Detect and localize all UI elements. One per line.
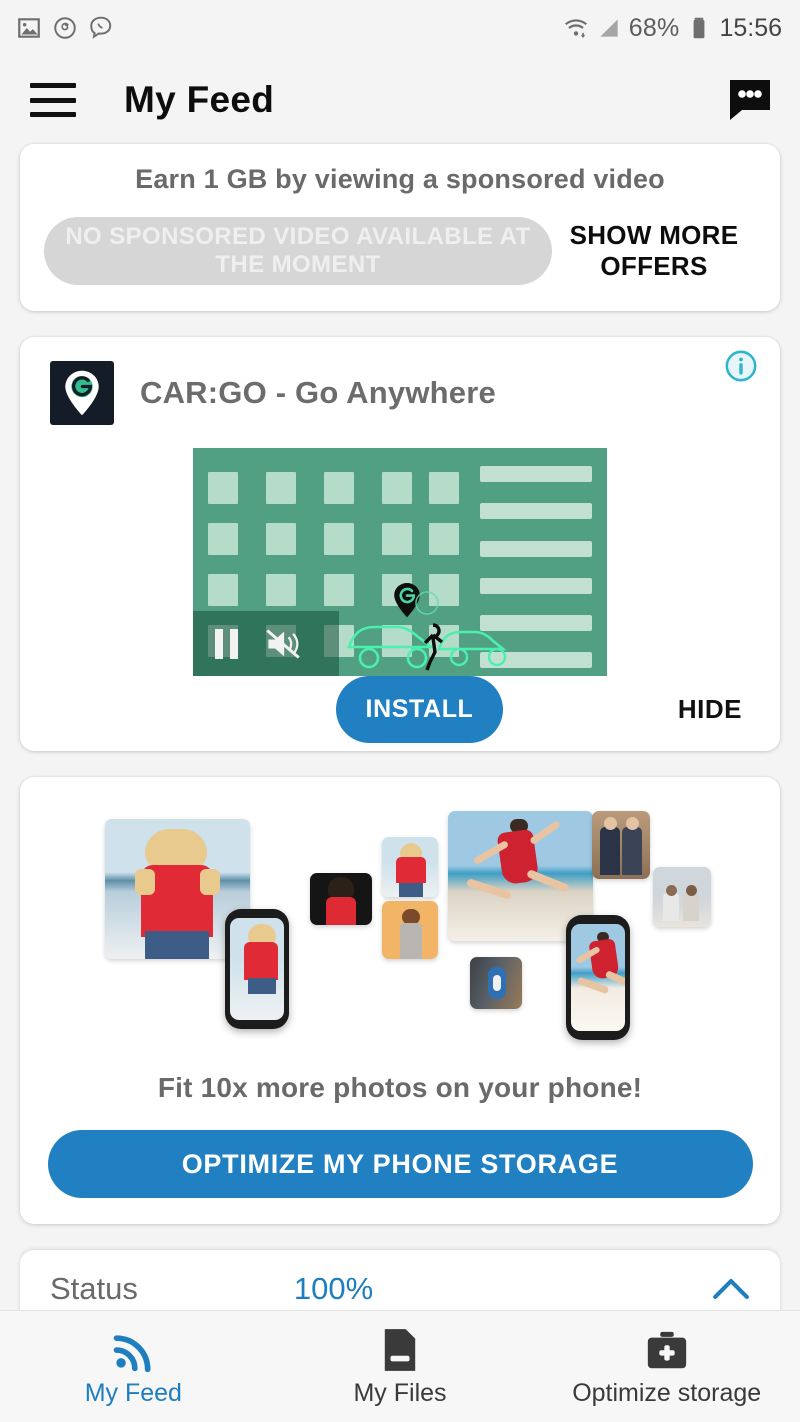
status-bar-notification-icons	[16, 15, 114, 41]
collage-photo	[592, 811, 650, 879]
hamburger-menu-icon[interactable]	[30, 83, 76, 117]
nav-label: My Files	[353, 1379, 447, 1407]
no-sponsored-video-button[interactable]: NO SPONSORED VIDEO AVAILABLE AT THE MOME…	[44, 217, 552, 285]
battery-icon	[694, 17, 705, 39]
page-title: My Feed	[124, 79, 275, 120]
chat-bubble-icon[interactable]	[726, 78, 774, 122]
storage-optimizer-card: Fit 10x more photos on your phone! OPTIM…	[20, 777, 780, 1224]
status-bar-system-icons: 68% 15:56	[563, 14, 782, 43]
hide-button[interactable]: HIDE	[678, 694, 742, 725]
photo-icon	[18, 18, 40, 38]
nav-item-my-files[interactable]: My Files	[267, 1325, 534, 1408]
system-status-bar: 68% 15:56	[0, 0, 800, 56]
clock-label: 15:56	[719, 13, 782, 42]
rss-feed-icon	[110, 1325, 156, 1373]
bottom-navigation-bar: My Feed My Files Optimize storage	[0, 1310, 800, 1422]
collage-photo	[470, 957, 522, 1009]
optimize-storage-button[interactable]: OPTIMIZE MY PHONE STORAGE	[47, 1130, 753, 1198]
chevron-up-icon[interactable]	[712, 1276, 750, 1302]
viber-icon	[90, 16, 112, 39]
app-screen: 68% 15:56 My Feed Earn 1 GB by viewing a…	[0, 0, 800, 1422]
ad-app-name: CAR:GO - Go Anywhere	[140, 375, 496, 410]
optimizer-headline: Fit 10x more photos on your phone!	[157, 1072, 643, 1103]
cargo-pin-logo-icon	[50, 361, 114, 425]
show-more-offers-link[interactable]: SHOW MORE OFFERS	[552, 220, 756, 282]
ad-action-row: INSTALL HIDE	[20, 676, 780, 751]
threads-icon	[54, 17, 76, 39]
pause-icon[interactable]	[215, 628, 239, 659]
collage-photo	[653, 867, 711, 927]
sponsored-video-card: Earn 1 GB by viewing a sponsored video N…	[20, 144, 780, 311]
info-icon[interactable]	[724, 349, 758, 383]
install-button[interactable]: INSTALL	[336, 676, 503, 743]
wifi-icon	[564, 19, 587, 38]
status-label: Status	[50, 1271, 138, 1306]
toolbox-plus-icon	[644, 1325, 690, 1373]
ad-header: CAR:GO - Go Anywhere	[20, 361, 780, 425]
signal-icon	[600, 19, 618, 37]
speaker-muted-icon[interactable]	[265, 628, 301, 660]
battery-percent-label: 68%	[628, 13, 680, 42]
sponsored-card-title: Earn 1 GB by viewing a sponsored video	[135, 164, 665, 194]
collage-photo	[382, 837, 438, 897]
file-document-icon	[381, 1325, 419, 1373]
collage-photo	[310, 873, 372, 925]
collage-photo	[382, 901, 438, 959]
phone-mockup	[225, 909, 289, 1029]
phone-mockup	[566, 915, 630, 1040]
ad-video-frame	[193, 448, 607, 676]
nav-item-my-feed[interactable]: My Feed	[0, 1325, 267, 1408]
video-controls-overlay	[193, 611, 339, 676]
nav-label: Optimize storage	[572, 1379, 762, 1407]
status-percent: 100%	[293, 1271, 374, 1306]
app-header: My Feed	[0, 56, 800, 144]
photo-collage-illustration	[20, 799, 780, 1054]
sponsored-card-actions: NO SPONSORED VIDEO AVAILABLE AT THE MOME…	[44, 217, 756, 285]
cargo-car-artwork-icon	[347, 583, 507, 671]
ad-video-player[interactable]	[193, 448, 607, 676]
nav-label: My Feed	[84, 1379, 182, 1407]
nav-item-optimize-storage[interactable]: Optimize storage	[533, 1325, 800, 1408]
advertisement-card: CAR:GO - Go Anywhere INSTALL HIDE	[20, 337, 780, 751]
